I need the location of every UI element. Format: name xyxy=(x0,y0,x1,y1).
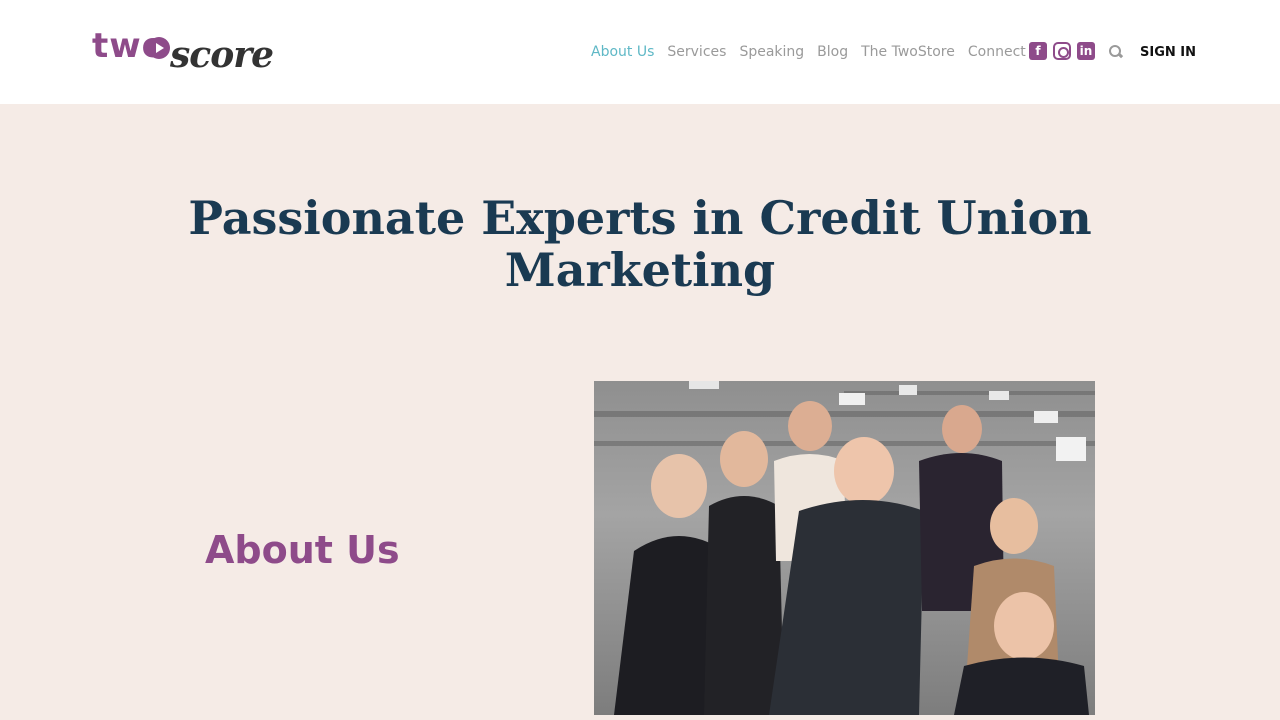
social-links: f in xyxy=(1029,42,1095,60)
play-icon xyxy=(148,37,170,59)
nav-the-twostore[interactable]: The TwoStore xyxy=(861,44,955,60)
team-photo-illustration xyxy=(594,381,1095,715)
logo-text-score: score xyxy=(170,34,274,76)
page-title: Passionate Experts in Credit Union Marke… xyxy=(188,191,1092,297)
site-header: two score About Us Services Speaking Blo… xyxy=(0,0,1280,104)
instagram-icon[interactable] xyxy=(1053,42,1071,60)
nav-connect[interactable]: Connect xyxy=(968,44,1026,60)
nav-speaking[interactable]: Speaking xyxy=(739,44,804,60)
search-icon[interactable] xyxy=(1109,45,1123,59)
nav-services[interactable]: Services xyxy=(667,44,726,60)
twoscore-logo[interactable]: two score xyxy=(92,26,292,78)
sign-in-link[interactable]: SIGN IN xyxy=(1140,45,1196,60)
nav-about-us[interactable]: About Us xyxy=(591,44,654,60)
nav-blog[interactable]: Blog xyxy=(817,44,848,60)
facebook-icon[interactable]: f xyxy=(1029,42,1047,60)
team-photo xyxy=(594,381,1095,715)
main-nav: About Us Services Speaking Blog The TwoS… xyxy=(591,42,1039,62)
linkedin-icon[interactable]: in xyxy=(1077,42,1095,60)
about-us-heading: About Us xyxy=(205,528,400,572)
